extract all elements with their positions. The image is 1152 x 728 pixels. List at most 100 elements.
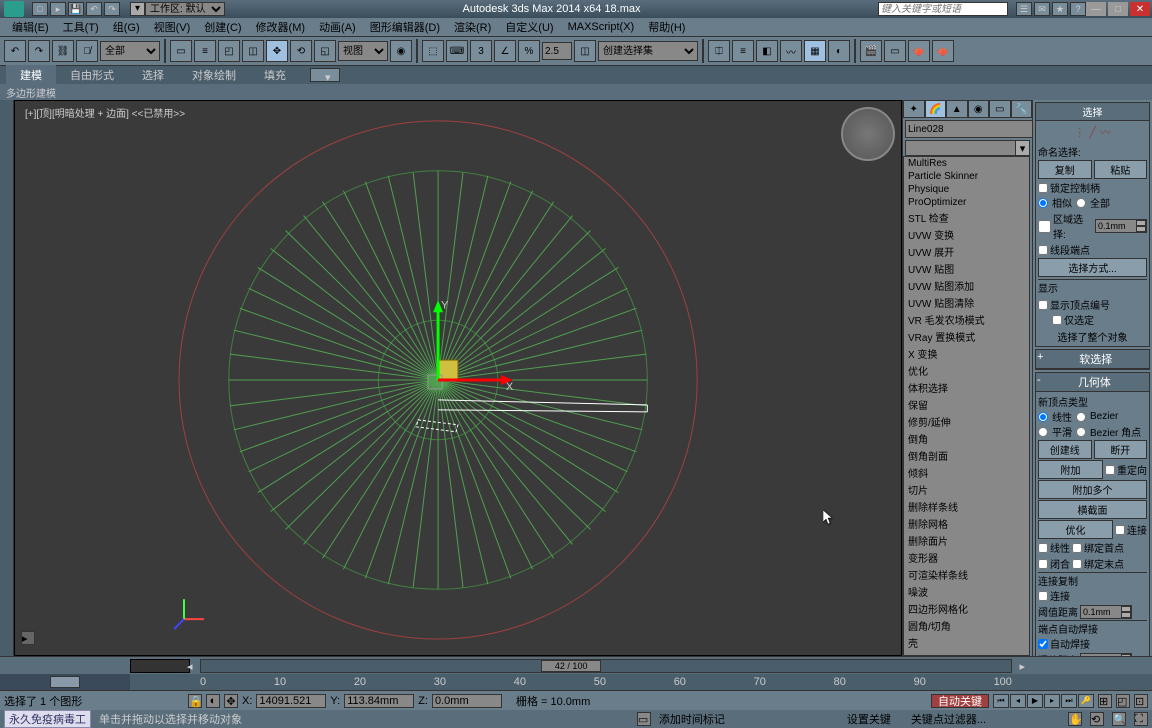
nav-orbit-icon[interactable]: ⟲: [1090, 712, 1104, 726]
connect-copy-checkbox[interactable]: [1038, 591, 1048, 601]
area-select-checkbox[interactable]: [1038, 220, 1051, 233]
mirror-button[interactable]: ⎅: [708, 40, 730, 62]
add-time-tag-label[interactable]: 添加时间标记: [659, 711, 725, 727]
next-frame-icon[interactable]: ▸: [1044, 694, 1060, 708]
snap-toggle-button[interactable]: 3: [470, 40, 492, 62]
modifier-item[interactable]: STL 检查: [904, 209, 1029, 226]
key-mode-icon[interactable]: 🔑: [1078, 694, 1094, 708]
unlink-button[interactable]: ⛓̸: [76, 40, 98, 62]
close-button[interactable]: ✕: [1130, 2, 1150, 16]
render-iterative-button[interactable]: 🫖: [932, 40, 954, 62]
closed-checkbox[interactable]: [1038, 559, 1048, 569]
paste-button[interactable]: 粘贴: [1094, 160, 1148, 179]
maximize-button[interactable]: □: [1108, 2, 1128, 16]
lock-icon[interactable]: 🔒: [188, 694, 202, 708]
selected-only-checkbox[interactable]: [1052, 315, 1062, 325]
material-editor-button[interactable]: ◐: [828, 40, 850, 62]
threshold-spinner[interactable]: [1080, 605, 1132, 619]
modifier-list[interactable]: MultiResParticle SkinnerPhysiqueProOptim…: [903, 156, 1030, 656]
rollout-title[interactable]: +软选择: [1036, 350, 1149, 369]
select-by-name-button[interactable]: ≡: [194, 40, 216, 62]
nav-zoom-icon[interactable]: 🔍: [1112, 712, 1126, 726]
modifier-item[interactable]: 修剪/延伸: [904, 413, 1029, 430]
render-production-button[interactable]: 🫖: [908, 40, 930, 62]
menu-animation[interactable]: 动画(A): [313, 19, 362, 35]
isolate-icon[interactable]: ◐: [206, 694, 220, 708]
slider-thumb[interactable]: 42 / 100: [541, 660, 601, 672]
save-icon[interactable]: 💾: [68, 2, 84, 16]
menu-maxscript[interactable]: MAXScript(X): [562, 21, 641, 33]
named-selection-dropdown[interactable]: 创建选择集: [598, 41, 698, 61]
nav-pan-icon[interactable]: ✋: [1068, 712, 1082, 726]
subobj-segment-icon[interactable]: ╱: [1089, 126, 1096, 139]
minimize-button[interactable]: —: [1086, 2, 1106, 16]
menu-graph-editors[interactable]: 图形编辑器(D): [364, 19, 446, 35]
nav-max-icon[interactable]: ⛶: [1134, 712, 1148, 726]
auto-weld-checkbox[interactable]: [1038, 639, 1048, 649]
render-setup-button[interactable]: 🎬: [860, 40, 882, 62]
segment-end-checkbox[interactable]: [1038, 245, 1048, 255]
modifier-item[interactable]: 删除样条线: [904, 498, 1029, 515]
viewcube[interactable]: [841, 107, 895, 161]
select-scale-button[interactable]: ◱: [314, 40, 336, 62]
modifier-item[interactable]: VR 毛发农场模式: [904, 311, 1029, 328]
rollout-title[interactable]: -几何体: [1036, 373, 1149, 392]
menu-tools[interactable]: 工具(T): [57, 19, 105, 35]
undo-icon[interactable]: ↶: [86, 2, 102, 16]
tab-object-paint[interactable]: 对象绘制: [178, 65, 250, 85]
modifier-item[interactable]: 倾斜: [904, 464, 1029, 481]
modifier-item[interactable]: 切片: [904, 481, 1029, 498]
menu-views[interactable]: 视图(V): [148, 19, 197, 35]
modify-tab-icon[interactable]: 🌈: [925, 100, 947, 118]
viewport-expand-icon[interactable]: ▸: [21, 631, 35, 645]
menu-modifiers[interactable]: 修改器(M): [250, 19, 312, 35]
favorites-icon[interactable]: ★: [1052, 2, 1068, 16]
menu-create[interactable]: 创建(C): [198, 19, 247, 35]
select-move-button[interactable]: ✥: [266, 40, 288, 62]
spinner-snap-field[interactable]: 2.5: [542, 42, 572, 60]
time-slider[interactable]: ◂ 42 / 100 ▸: [0, 656, 1152, 674]
ref-coord-dropdown[interactable]: 全部视图: [338, 41, 388, 61]
keyboard-shortcut-button[interactable]: ⌨: [446, 40, 468, 62]
render-frame-button[interactable]: ▭: [884, 40, 906, 62]
copy-button[interactable]: 复制: [1038, 160, 1092, 179]
viewport[interactable]: [+][顶][明暗处理 + 边面] <<已禁用>>: [14, 100, 902, 656]
schematic-view-button[interactable]: ▦: [804, 40, 826, 62]
modifier-item[interactable]: 倒角剖面: [904, 447, 1029, 464]
tab-modeling[interactable]: 建模: [6, 65, 56, 85]
manipulate-button[interactable]: ⬚: [422, 40, 444, 62]
object-name-input[interactable]: [905, 120, 1032, 138]
cross-section-button[interactable]: 横截面: [1038, 500, 1147, 519]
all-radio[interactable]: [1076, 198, 1086, 208]
subobj-vertex-icon[interactable]: ⋮: [1074, 126, 1085, 139]
subobj-spline-icon[interactable]: 〰: [1100, 124, 1111, 140]
modifier-item[interactable]: 变形器: [904, 549, 1029, 566]
create-line-button[interactable]: 创建线: [1038, 440, 1092, 459]
curve-editor-button[interactable]: 〰: [780, 40, 802, 62]
modifier-item[interactable]: 体积选择: [904, 379, 1029, 396]
menu-edit[interactable]: 编辑(E): [6, 19, 55, 35]
edged-faces-button[interactable]: ◫: [574, 40, 596, 62]
modifier-item[interactable]: UVW 变换: [904, 226, 1029, 243]
communication-icon[interactable]: ✉: [1034, 2, 1050, 16]
modifier-item[interactable]: MultiRes: [904, 157, 1029, 170]
select-by-button[interactable]: 选择方式...: [1038, 258, 1147, 277]
menu-help[interactable]: 帮助(H): [642, 19, 691, 35]
show-vertex-num-checkbox[interactable]: [1038, 300, 1048, 310]
modifier-item[interactable]: 删除面片: [904, 532, 1029, 549]
select-object-button[interactable]: ▭: [170, 40, 192, 62]
modifier-item[interactable]: 噪波: [904, 583, 1029, 600]
modifier-item[interactable]: Physique: [904, 183, 1029, 196]
nav-icon[interactable]: ⊞: [1098, 694, 1112, 708]
refine-button[interactable]: 优化: [1038, 520, 1113, 539]
link-button[interactable]: ⛓: [52, 40, 74, 62]
help-search-input[interactable]: [878, 2, 1008, 16]
modifier-item[interactable]: 删除网格: [904, 515, 1029, 532]
modifier-item[interactable]: 优化: [904, 362, 1029, 379]
selection-filter-dropdown[interactable]: 全部: [100, 41, 160, 61]
angle-snap-button[interactable]: ∠: [494, 40, 516, 62]
redo-button[interactable]: ↷: [28, 40, 50, 62]
menu-group[interactable]: 组(G): [107, 19, 146, 35]
modifier-item[interactable]: X 变换: [904, 345, 1029, 362]
help-icon[interactable]: ?: [1070, 2, 1086, 16]
